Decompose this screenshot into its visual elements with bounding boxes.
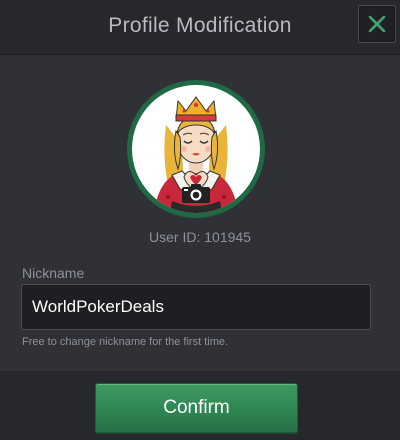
camera-icon bbox=[182, 184, 210, 203]
nickname-label: Nickname bbox=[22, 265, 85, 281]
profile-modification-dialog: Profile Modification User ID: 101945 Nic… bbox=[0, 0, 400, 440]
user-id-value: 101945 bbox=[204, 229, 251, 245]
confirm-button[interactable]: Confirm bbox=[95, 383, 298, 433]
avatar-button[interactable] bbox=[127, 80, 265, 218]
nickname-hint: Free to change nickname for the first ti… bbox=[22, 336, 229, 348]
nickname-input[interactable] bbox=[21, 284, 371, 330]
close-x-icon bbox=[368, 15, 386, 33]
dialog-header: Profile Modification bbox=[0, 0, 400, 55]
dialog-title: Profile Modification bbox=[108, 14, 292, 37]
user-id-text: User ID: 101945 bbox=[0, 229, 400, 245]
close-button[interactable] bbox=[358, 5, 396, 43]
user-id-label: User ID: bbox=[149, 229, 201, 245]
